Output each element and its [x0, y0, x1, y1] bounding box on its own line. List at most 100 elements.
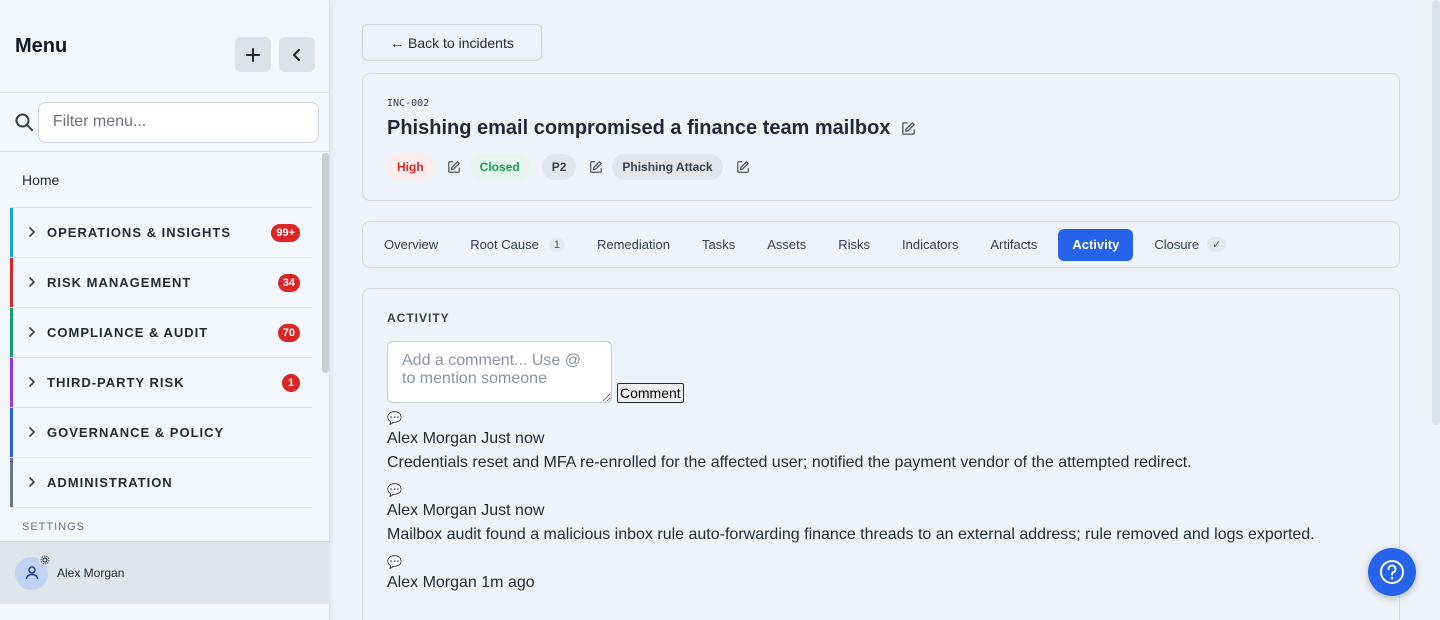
back-to-incidents-button[interactable]: ← Back to incidents	[362, 24, 542, 61]
tab-label: Indicators	[902, 237, 959, 252]
tab-label: Tasks	[701, 237, 736, 252]
comment-composer: Comment	[387, 341, 1375, 403]
tab-label: Assets	[767, 237, 807, 252]
count-badge: 34	[277, 273, 300, 292]
entry-meta: Alex Morgan Just now	[387, 430, 545, 447]
tab-label: Closure	[1154, 237, 1200, 252]
add-button[interactable]	[235, 37, 271, 72]
activity-feed: 💬 Alex Morgan Just now Credentials reset a…	[387, 409, 1375, 595]
activity-panel: ACTIVITY Comment 💬 Alex Morgan Just now Cr…	[362, 288, 1400, 620]
section-label: THIRD-PARTY RISK	[47, 375, 185, 390]
section-color-bar	[10, 258, 13, 307]
search-icon	[10, 112, 38, 132]
entry-meta: Alex Morgan 1m ago	[387, 574, 535, 591]
incident-id: INC-002	[387, 98, 430, 109]
tab-overview[interactable]: Overview	[373, 229, 449, 261]
help-icon	[1380, 560, 1404, 584]
priority-badge: P2	[541, 154, 577, 180]
incident-tabs: Overview Root Cause 1 Remediation Tasks Asset…	[362, 221, 1400, 268]
entry-text: Credentials reset and MFA re-enrolled fo…	[387, 454, 1192, 471]
sidebar-header: Menu	[0, 0, 329, 93]
entry-text: Mailbox audit found a malicious inbox ru…	[387, 526, 1315, 543]
sidebar-section-compliance-audit[interactable]: COMPLIANCE & AUDIT 70	[10, 307, 312, 357]
chevron-right-icon	[28, 225, 38, 240]
status-badge: Closed	[469, 154, 530, 180]
section-color-bar	[10, 458, 13, 507]
collapse-sidebar-button[interactable]	[279, 37, 315, 72]
tab-label: Activity	[1072, 237, 1120, 252]
user-icon	[25, 566, 38, 580]
incident-tags: High Closed P2 Phishing Attack	[387, 154, 1375, 180]
count-badge: 70	[277, 323, 300, 342]
tab-label: Overview	[384, 237, 439, 252]
tab-tasks[interactable]: Tasks	[691, 229, 746, 261]
speech-bubble-icon: 💬	[387, 483, 402, 497]
chevron-right-icon	[28, 325, 38, 340]
incident-title: Phishing email compromised a finance tea…	[387, 117, 891, 139]
activity-entry: 💬 Alex Morgan Just now Mailbox audit found…	[387, 481, 1375, 547]
sidebar-section-third-party-risk[interactable]: THIRD-PARTY RISK 1	[10, 357, 312, 407]
section-color-bar	[10, 208, 13, 257]
activity-entry: 💬 Alex Morgan 1m ago	[387, 553, 1375, 595]
filter-menu-input[interactable]	[37, 101, 319, 143]
tab-assets[interactable]: Assets	[756, 229, 817, 261]
count-badge: 99+	[271, 223, 300, 242]
edit-title-icon[interactable]	[900, 121, 916, 137]
sidebar-section-administration[interactable]: ADMINISTRATION	[10, 457, 312, 507]
tab-count-badge: ✓	[1207, 237, 1227, 252]
tab-label: Artifacts	[990, 237, 1038, 252]
activity-entry: 💬 Alex Morgan Just now Credentials reset a…	[387, 409, 1375, 475]
count-badge: 1	[282, 373, 300, 392]
section-label: COMPLIANCE & AUDIT	[47, 325, 209, 340]
tab-activity[interactable]: Activity	[1058, 228, 1134, 261]
comment-input[interactable]	[387, 341, 612, 403]
user-name: Alex Morgan	[57, 566, 125, 580]
sidebar-section-risk-management[interactable]: RISK MANAGEMENT 34	[10, 257, 312, 307]
sidebar-scrollbar[interactable]	[322, 153, 329, 373]
tab-label: Remediation	[596, 237, 670, 252]
sidebar-search	[0, 93, 329, 152]
chevron-right-icon	[28, 375, 38, 390]
avatar	[15, 553, 51, 590]
chevron-right-icon	[28, 425, 38, 440]
tab-label: Risks	[838, 237, 870, 252]
section-label: GOVERNANCE & POLICY	[47, 425, 225, 440]
sidebar-item-home[interactable]: Home	[0, 153, 322, 207]
sidebar-section-operations-insights[interactable]: OPERATIONS & INSIGHTS 99+	[10, 207, 312, 257]
comment-button[interactable]: Comment	[617, 383, 684, 403]
tab-indicators[interactable]: Indicators	[891, 229, 969, 261]
chevron-left-icon	[293, 48, 300, 61]
speech-bubble-icon: 💬	[387, 411, 402, 425]
incident-header: INC-002 Phishing email compromised a fin…	[362, 73, 1400, 201]
severity-badge: High	[387, 154, 434, 180]
tab-label: Root Cause	[470, 237, 539, 252]
chevron-right-icon	[28, 475, 38, 490]
sidebar: Menu Home OPERATIONS & INSIGHTS 99+ RISK M…	[0, 0, 330, 620]
tab-root-cause[interactable]: Root Cause 1	[459, 229, 576, 261]
section-color-bar	[10, 408, 13, 457]
edit-priority-icon[interactable]	[588, 159, 604, 175]
settings-heading: SETTINGS	[10, 507, 312, 541]
speech-bubble-icon: 💬	[387, 555, 402, 569]
page-scrollbar[interactable]	[1432, 0, 1440, 425]
tab-remediation[interactable]: Remediation	[586, 229, 681, 261]
edit-category-icon[interactable]	[735, 159, 751, 175]
sidebar-title: Menu	[15, 34, 68, 57]
sidebar-menu: Home OPERATIONS & INSIGHTS 99+ RISK MANAGE…	[0, 153, 322, 541]
sidebar-section-governance-policy[interactable]: GOVERNANCE & POLICY	[10, 407, 312, 457]
section-color-bar	[10, 358, 13, 407]
category-badge: Phishing Attack	[612, 154, 723, 180]
user-profile[interactable]: Alex Morgan	[0, 541, 330, 604]
section-label: RISK MANAGEMENT	[47, 275, 192, 290]
section-color-bar	[10, 308, 13, 357]
edit-severity-icon[interactable]	[446, 159, 462, 175]
section-label: OPERATIONS & INSIGHTS	[47, 225, 231, 240]
help-button[interactable]	[1368, 548, 1416, 596]
tab-artifacts[interactable]: Artifacts	[979, 229, 1048, 261]
entry-meta: Alex Morgan Just now	[387, 502, 545, 519]
activity-title: ACTIVITY	[387, 311, 450, 325]
tab-closure[interactable]: Closure ✓	[1143, 229, 1237, 261]
plus-icon	[246, 47, 260, 62]
tab-risks[interactable]: Risks	[827, 229, 881, 261]
chevron-right-icon	[28, 275, 38, 290]
